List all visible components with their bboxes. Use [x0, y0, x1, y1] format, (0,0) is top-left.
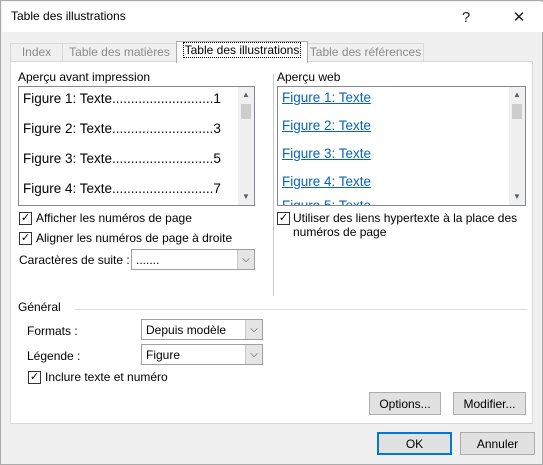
general-divider — [75, 309, 527, 310]
print-preview-list[interactable]: Figure 1: Texte.........................… — [18, 86, 255, 206]
web-preview-link[interactable]: Figure 2: Texte — [282, 118, 371, 133]
tab-leader-label: Caractères de suite : — [19, 253, 130, 267]
caption-value: Figure — [146, 348, 181, 362]
cancel-button[interactable]: Annuler — [460, 432, 535, 455]
tab-table-des-illustrations[interactable]: Table des illustrations — [176, 41, 308, 63]
formats-value: Depuis modèle — [146, 323, 227, 337]
scroll-down-icon[interactable]: ▼ — [238, 189, 254, 205]
formats-label: Formats : — [27, 324, 78, 338]
use-hyperlinks-checkbox[interactable]: ✓ — [277, 212, 290, 225]
scroll-thumb[interactable] — [241, 104, 251, 119]
formats-select[interactable]: Depuis modèle ⌵ — [141, 319, 263, 340]
show-page-numbers-label: Afficher les numéros de page — [36, 211, 192, 225]
include-label-checkbox[interactable]: ✓ — [28, 371, 41, 384]
chevron-down-icon[interactable]: ⌵ — [245, 345, 262, 364]
show-page-numbers-checkbox[interactable]: ✓ — [19, 212, 32, 225]
general-heading: Général — [18, 300, 61, 314]
print-preview-label: Aperçu avant impression — [18, 70, 151, 84]
web-preview-link[interactable]: Figure 1: Texte — [282, 90, 371, 105]
web-preview-link[interactable]: Figure 3: Texte — [282, 146, 371, 161]
close-button[interactable]: ✕ — [501, 2, 537, 32]
scroll-up-icon[interactable]: ▲ — [509, 87, 525, 103]
use-hyperlinks-label: Utiliser des liens hypertexte à la place… — [293, 211, 518, 239]
tab-leader-select[interactable]: ....... ⌵ — [131, 249, 255, 270]
scroll-down-icon[interactable]: ▼ — [509, 189, 525, 205]
web-preview-list[interactable]: Figure 1: Texte Figure 2: Texte Figure 3… — [277, 86, 526, 206]
ok-button[interactable]: OK — [377, 432, 452, 455]
modify-button[interactable]: Modifier... — [453, 392, 526, 415]
tab-panel: Aperçu avant impression Figure 1: Texte.… — [10, 61, 533, 424]
print-preview-entry: Figure 1: Texte.........................… — [23, 91, 221, 106]
print-preview-entry: Figure 4: Texte.........................… — [23, 181, 221, 196]
dialog-title: Table des illustrations — [11, 9, 126, 23]
options-button[interactable]: Options... — [369, 392, 441, 415]
scroll-thumb[interactable] — [512, 104, 522, 119]
web-preview-label: Aperçu web — [277, 70, 341, 84]
caption-select[interactable]: Figure ⌵ — [141, 344, 263, 365]
include-label-text: Inclure texte et numéro — [45, 370, 168, 384]
tab-table-des-matieres[interactable]: Table des matières — [62, 43, 177, 62]
chevron-down-icon[interactable]: ⌵ — [237, 250, 254, 269]
close-icon: ✕ — [512, 9, 526, 26]
web-preview-link[interactable]: Figure 4: Texte — [282, 174, 371, 189]
right-align-label: Aligner les numéros de page à droite — [36, 231, 233, 245]
print-preview-entry: Figure 3: Texte.........................… — [23, 151, 221, 166]
column-divider — [273, 74, 274, 296]
help-button[interactable]: ? — [448, 2, 484, 32]
web-preview-link[interactable]: Figure 5: Texte — [282, 198, 371, 205]
web-preview-scrollbar[interactable]: ▲ ▼ — [509, 87, 525, 205]
tab-table-des-references[interactable]: Table des références — [307, 43, 424, 62]
scroll-up-icon[interactable]: ▲ — [238, 87, 254, 103]
print-preview-scrollbar[interactable]: ▲ ▼ — [238, 87, 254, 205]
tab-leader-value: ....... — [136, 253, 160, 267]
dialog-window: Table des illustrations ? ✕ Index Table … — [0, 0, 543, 465]
tab-index[interactable]: Index — [10, 43, 63, 62]
right-align-checkbox[interactable]: ✓ — [19, 232, 32, 245]
help-icon: ? — [461, 8, 471, 26]
caption-label: Légende : — [27, 349, 81, 363]
chevron-down-icon[interactable]: ⌵ — [245, 320, 262, 339]
title-bar: Table des illustrations ? ✕ — [2, 2, 543, 32]
print-preview-entry: Figure 2: Texte.........................… — [23, 121, 221, 136]
